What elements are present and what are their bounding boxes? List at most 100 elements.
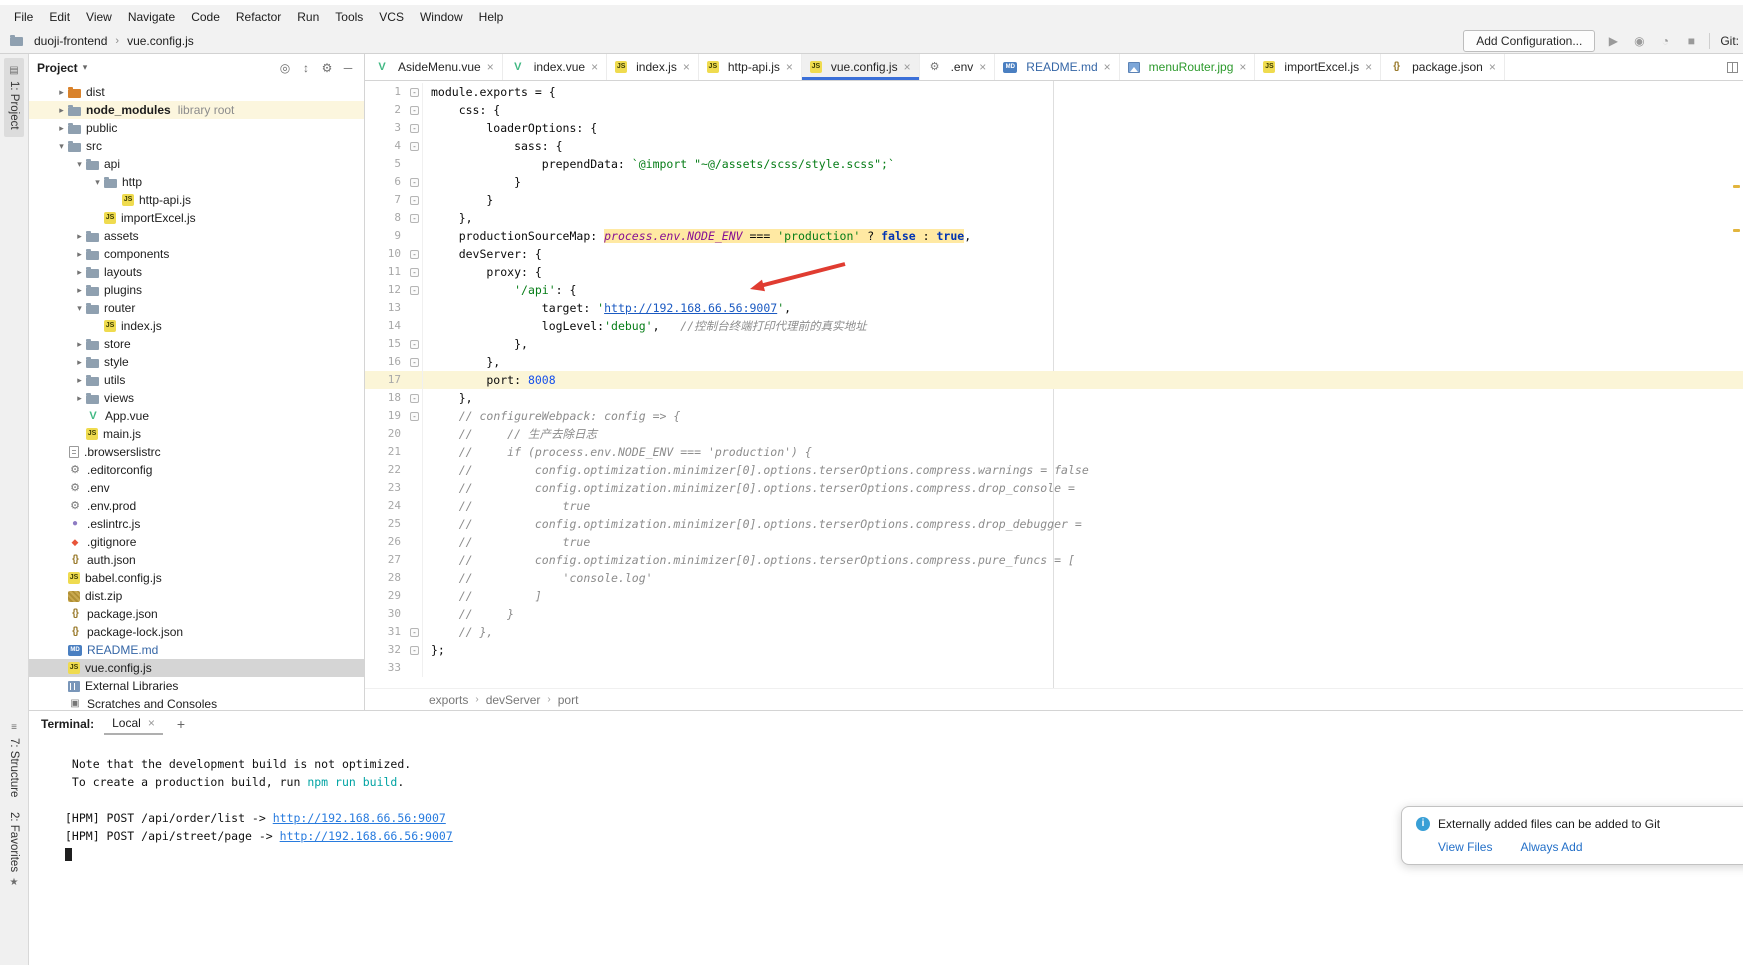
fold-marker[interactable]: - [407,353,423,371]
fold-marker[interactable]: - [407,191,423,209]
menu-item-run[interactable]: Run [289,7,327,27]
chevron-right-icon[interactable]: ▸ [73,267,86,278]
close-icon[interactable]: × [979,60,986,74]
code-line-31[interactable]: 31- // }, [365,623,1743,641]
close-icon[interactable]: × [1239,60,1246,74]
close-icon[interactable]: × [591,60,598,74]
fold-marker[interactable]: - [407,137,423,155]
fold-open-icon[interactable]: - [410,142,419,151]
breadcrumb-exports[interactable]: exports [429,693,468,707]
close-icon[interactable]: × [1104,60,1111,74]
expand-collapse-icon[interactable]: ↕ [298,61,314,75]
fold-close-icon[interactable]: - [410,394,419,403]
chevron-right-icon[interactable]: ▸ [73,357,86,368]
menu-item-vcs[interactable]: VCS [371,7,412,27]
fold-marker[interactable]: - [407,173,423,191]
fold-marker[interactable]: - [407,623,423,641]
tree-item-auth-json[interactable]: auth.json [29,551,364,569]
tree-item-http-api-js[interactable]: http-api.js [29,191,364,209]
code-line-3[interactable]: 3- loaderOptions: { [365,119,1743,137]
debug-button[interactable]: ◉ [1631,34,1647,48]
new-terminal-button[interactable]: + [173,716,189,732]
chevron-right-icon[interactable]: ▸ [55,105,68,116]
terminal-tab-local[interactable]: Local × [104,713,163,735]
code-line-32[interactable]: 32-}; [365,641,1743,659]
fold-open-icon[interactable]: - [410,250,419,259]
tree-item-style[interactable]: ▸style [29,353,364,371]
code-line-20[interactable]: 20 // // 生产去除日志 [365,425,1743,443]
fold-open-icon[interactable]: - [410,412,419,421]
code-line-24[interactable]: 24 // true [365,497,1743,515]
tree-item-package-json[interactable]: package.json [29,605,364,623]
tree-item-http[interactable]: ▾http [29,173,364,191]
close-icon[interactable]: × [683,60,690,74]
tree-item-assets[interactable]: ▸assets [29,227,364,245]
tree-item-gitignore[interactable]: .gitignore [29,533,364,551]
tree-item-main-js[interactable]: main.js [29,425,364,443]
tool-window-button-structure[interactable]: ≡ 7: Structure [4,715,24,804]
locate-file-icon[interactable]: ◎ [277,61,293,75]
code-line-28[interactable]: 28 // 'console.log' [365,569,1743,587]
code-line-23[interactable]: 23 // config.optimization.minimizer[0].o… [365,479,1743,497]
chevron-down-icon[interactable]: ▾ [91,177,104,188]
warning-mark-icon[interactable] [1733,229,1740,232]
code-line-2[interactable]: 2- css: { [365,101,1743,119]
code-line-19[interactable]: 19- // configureWebpack: config => { [365,407,1743,425]
run-button[interactable]: ▶ [1605,34,1621,48]
fold-close-icon[interactable]: - [410,178,419,187]
breadcrumb-devserver[interactable]: devServer [486,693,541,707]
code-line-30[interactable]: 30 // } [365,605,1743,623]
code-line-10[interactable]: 10- devServer: { [365,245,1743,263]
add-configuration-button[interactable]: Add Configuration... [1463,30,1595,52]
code-line-14[interactable]: 14 logLevel:'debug', //控制台终端打印代理前的真实地址 [365,317,1743,335]
fold-marker[interactable]: - [407,281,423,299]
menu-item-window[interactable]: Window [412,7,471,27]
menu-item-edit[interactable]: Edit [41,7,78,27]
close-icon[interactable]: × [786,60,793,74]
code-line-17[interactable]: 17 port: 8008 [365,371,1743,389]
tab-env[interactable]: .env× [920,54,996,80]
tool-window-button-favorites[interactable]: 2: Favorites ★ [4,805,24,895]
fold-open-icon[interactable]: - [410,268,419,277]
terminal-title[interactable]: Terminal: [41,717,94,731]
fold-marker[interactable]: - [407,101,423,119]
menu-item-refactor[interactable]: Refactor [228,7,289,27]
tree-item-node-modules[interactable]: ▸node_moduleslibrary root [29,101,364,119]
chevron-right-icon[interactable]: ▸ [73,231,86,242]
tree-item-components[interactable]: ▸components [29,245,364,263]
code-line-27[interactable]: 27 // config.optimization.minimizer[0].o… [365,551,1743,569]
tree-item-plugins[interactable]: ▸plugins [29,281,364,299]
code-line-29[interactable]: 29 // ] [365,587,1743,605]
gear-icon[interactable]: ⚙ [319,61,335,75]
code-line-12[interactable]: 12- '/api': { [365,281,1743,299]
close-icon[interactable]: × [148,716,155,730]
tab-asidemenu-vue[interactable]: AsideMenu.vue× [367,54,503,80]
breadcrumb-file[interactable]: vue.config.js [125,34,196,48]
tree-item-layouts[interactable]: ▸layouts [29,263,364,281]
fold-close-icon[interactable]: - [410,628,419,637]
warning-mark-icon[interactable] [1733,185,1740,188]
tool-window-button-project[interactable]: ▤ 1: Project [4,58,24,137]
fold-marker[interactable]: - [407,119,423,137]
tree-item-api[interactable]: ▾api [29,155,364,173]
view-files-link[interactable]: View Files [1438,840,1492,854]
chevron-right-icon[interactable]: ▸ [55,87,68,98]
tab-vue-config-js[interactable]: vue.config.js× [802,54,920,80]
tree-item-scratches-and-consoles[interactable]: Scratches and Consoles [29,695,364,710]
fold-marker[interactable]: - [407,641,423,659]
hide-panel-icon[interactable]: ─ [340,61,356,75]
code-editor[interactable]: 1-module.exports = {2- css: {3- loaderOp… [365,81,1743,688]
terminal-link[interactable]: http://192.168.66.56:9007 [273,811,446,825]
breadcrumb-port[interactable]: port [558,693,579,707]
tree-item-utils[interactable]: ▸utils [29,371,364,389]
editor-options-icon[interactable] [1727,62,1738,73]
fold-marker[interactable]: - [407,407,423,425]
menu-item-file[interactable]: File [6,7,41,27]
tree-item-dist-zip[interactable]: dist.zip [29,587,364,605]
menu-item-help[interactable]: Help [471,7,512,27]
close-icon[interactable]: × [1365,60,1372,74]
always-add-link[interactable]: Always Add [1520,840,1582,854]
code-line-16[interactable]: 16- }, [365,353,1743,371]
tree-item-vue-config-js[interactable]: vue.config.js [29,659,364,677]
menu-item-tools[interactable]: Tools [327,7,371,27]
